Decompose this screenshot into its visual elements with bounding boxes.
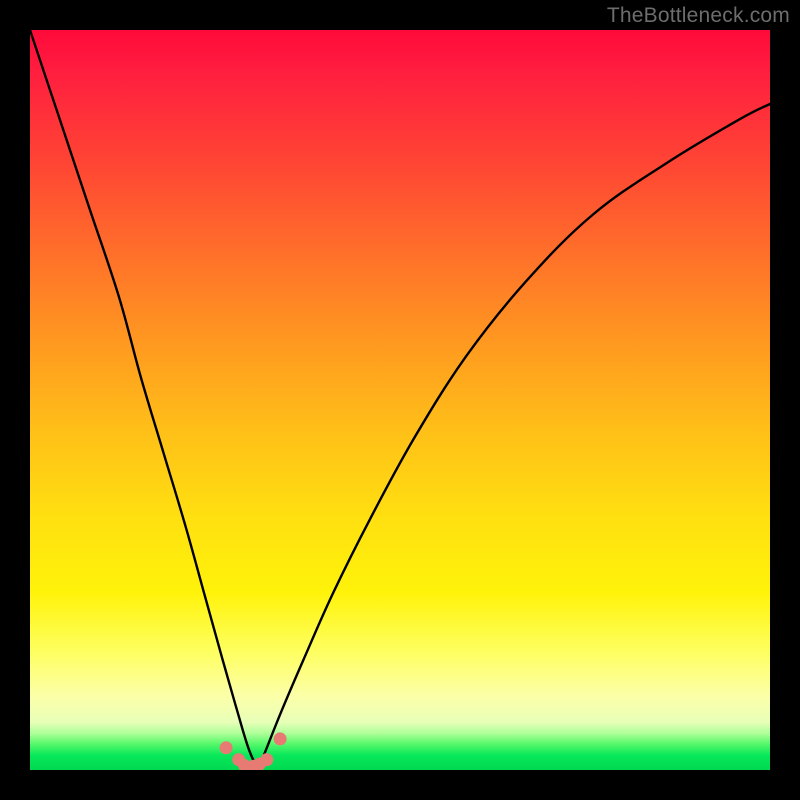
plot-area <box>30 30 770 770</box>
curve-layer <box>30 30 770 770</box>
curve-right-branch <box>258 104 770 770</box>
marker-dot <box>260 753 273 766</box>
curve-left-branch <box>30 30 258 770</box>
marker-dot <box>274 732 287 745</box>
marker-dot <box>220 741 233 754</box>
chart-frame: TheBottleneck.com <box>0 0 800 800</box>
watermark-text: TheBottleneck.com <box>607 4 790 28</box>
bottom-markers <box>220 732 287 770</box>
